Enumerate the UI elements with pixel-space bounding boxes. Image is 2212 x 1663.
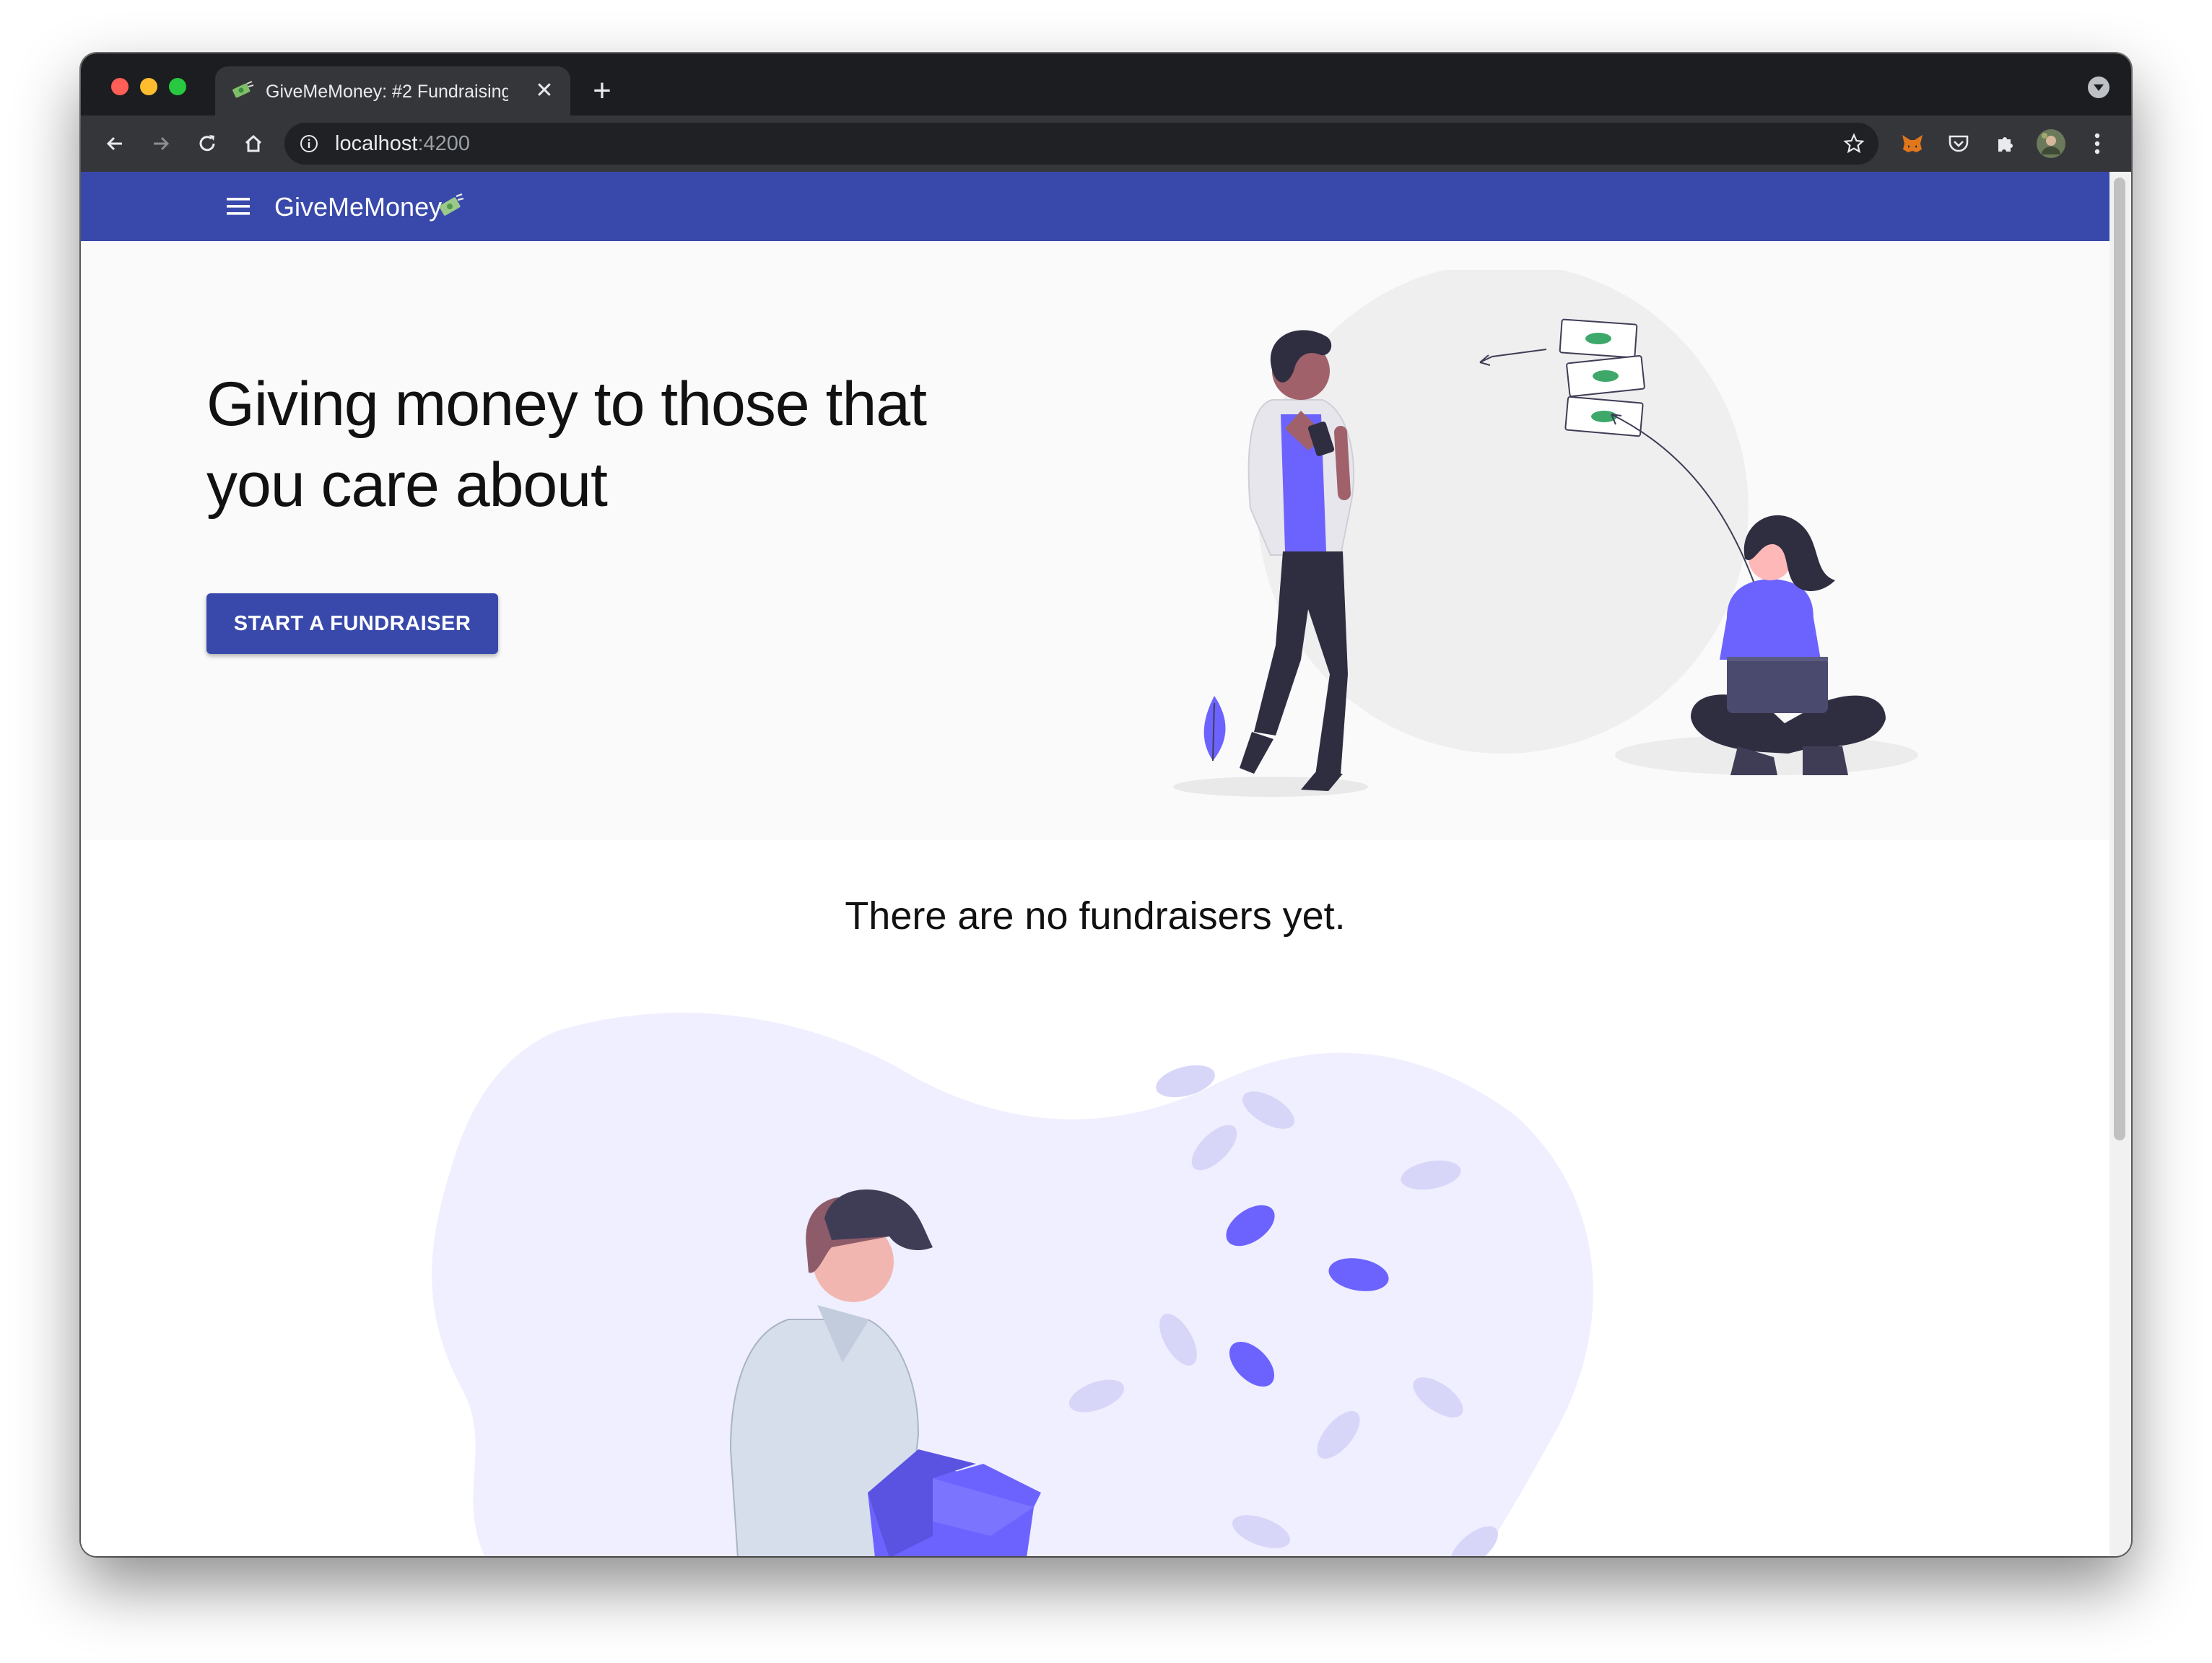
url-text: localhost:4200 (335, 132, 470, 156)
metamask-extension[interactable] (1893, 124, 1932, 163)
star-icon[interactable] (1842, 132, 1865, 155)
info-icon[interactable] (299, 134, 319, 154)
tab-close-button[interactable]: ✕ (531, 78, 557, 104)
hero-illustration (1173, 270, 1918, 797)
money-emoji-icon (232, 81, 254, 98)
browser-tab-active[interactable]: GiveMeMoney: #2 Fundraising ✕ (215, 66, 570, 115)
hero-title: Giving money to those that you care abou… (206, 370, 927, 520)
metamask-icon (1902, 135, 1923, 152)
new-tab-button[interactable]: + (582, 71, 622, 111)
start-fundraiser-button[interactable]: START A FUNDRAISER (206, 593, 498, 654)
pocket-icon (1948, 135, 1969, 152)
minimize-window-button[interactable] (140, 78, 157, 95)
empty-state-message: There are no fundraisers yet. (845, 894, 1346, 938)
tab-title: GiveMeMoney: #2 Fundraising (266, 82, 508, 102)
address-bar[interactable]: localhost:4200 (284, 123, 1878, 165)
home-icon (245, 134, 262, 152)
forward-icon (154, 136, 170, 151)
close-window-button[interactable] (111, 78, 129, 95)
tab-search-button[interactable] (2088, 77, 2109, 98)
extensions-icon (1998, 137, 2013, 152)
home-button[interactable] (234, 124, 273, 163)
back-icon (106, 136, 122, 151)
url-port: :4200 (417, 132, 471, 155)
browser-toolbar: localhost:4200 (81, 115, 2131, 172)
app-brand-name[interactable]: GiveMeMoney (274, 192, 442, 222)
maximize-window-button[interactable] (169, 78, 186, 95)
reload-button[interactable] (188, 124, 227, 163)
reload-icon (199, 135, 215, 152)
app-toolbar: GiveMeMoney (81, 172, 2109, 241)
pocket-extension[interactable] (1939, 124, 1978, 163)
profile-avatar (2037, 129, 2065, 158)
hero-section: Giving money to those that you care abou… (81, 241, 2109, 840)
url-host: localhost (335, 132, 418, 155)
extensions-button[interactable] (1985, 124, 2024, 163)
tab-strip: GiveMeMoney: #2 Fundraising ✕ + (81, 53, 2131, 115)
browser-menu-button[interactable] (2078, 124, 2117, 163)
kebab-menu-icon (2094, 133, 2100, 154)
money-emoji-icon (439, 193, 464, 216)
profile-button[interactable] (2032, 124, 2071, 163)
hamburger-menu-icon[interactable] (219, 188, 257, 225)
page-scrollbar-thumb[interactable] (2114, 178, 2125, 1140)
empty-state-illustration (432, 1013, 1593, 1556)
page-viewport: GiveMeMoney Giving money to those that y… (81, 172, 2109, 1556)
forward-button[interactable] (141, 124, 180, 163)
back-button[interactable] (95, 124, 134, 163)
browser-window: GiveMeMoney: #2 Fundraising ✕ + localhos… (81, 53, 2131, 1556)
